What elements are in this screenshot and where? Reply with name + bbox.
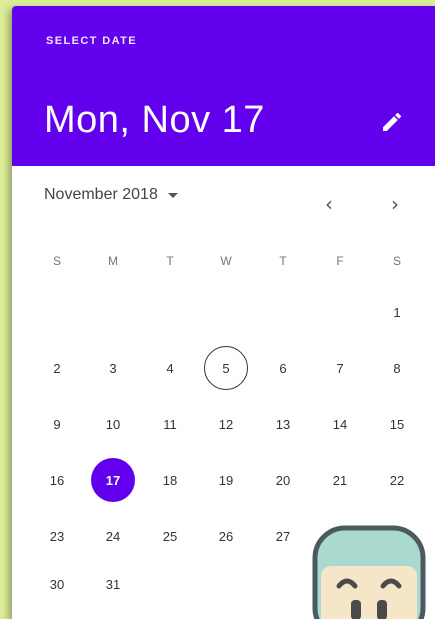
calendar-day[interactable]: 15 — [375, 402, 419, 446]
weekday-header: S M T W T F S — [12, 254, 435, 274]
calendar-day[interactable]: 16 — [35, 458, 79, 502]
weekday-label: M — [108, 254, 118, 268]
calendar-day[interactable]: 2 — [35, 346, 79, 390]
calendar-day-today[interactable]: 5 — [204, 346, 248, 390]
calendar-day[interactable]: 13 — [261, 402, 305, 446]
date-picker-dialog: SELECT DATE Mon, Nov 17 November 2018 ‹ … — [12, 6, 435, 619]
calendar-day[interactable]: 23 — [35, 514, 79, 558]
calendar-day[interactable]: 30 — [35, 562, 79, 606]
calendar-day[interactable]: 22 — [375, 458, 419, 502]
calendar-day[interactable]: 14 — [318, 402, 362, 446]
calendar-day[interactable]: 21 — [318, 458, 362, 502]
calendar-day-selected[interactable]: 17 — [91, 458, 135, 502]
calendar-day[interactable]: 9 — [35, 402, 79, 446]
pencil-icon — [383, 112, 402, 131]
calendar-day[interactable]: 24 — [91, 514, 135, 558]
edit-date-button[interactable] — [374, 104, 410, 140]
calendar-day[interactable]: 8 — [375, 346, 419, 390]
calendar-day[interactable]: 10 — [91, 402, 135, 446]
weekday-label: F — [336, 254, 344, 268]
date-picker-header: SELECT DATE Mon, Nov 17 — [12, 6, 435, 166]
weekday-label: T — [279, 254, 287, 268]
calendar-day[interactable]: 25 — [148, 514, 192, 558]
calendar-day[interactable]: 11 — [148, 402, 192, 446]
month-navigation: November 2018 ‹ › — [12, 166, 435, 230]
dialog-overline: SELECT DATE — [46, 35, 137, 47]
calendar-day[interactable]: 6 — [261, 346, 305, 390]
caret-down-icon — [167, 192, 178, 198]
next-month-button[interactable]: › — [381, 190, 409, 218]
weekday-label: S — [392, 254, 401, 268]
month-year-dropdown[interactable]: November 2018 — [44, 186, 178, 204]
calendar-day[interactable]: 18 — [148, 458, 192, 502]
calendar-day[interactable]: 20 — [261, 458, 305, 502]
weekday-label: T — [166, 254, 174, 268]
calendar-day[interactable]: 27 — [261, 514, 305, 558]
calendar-day[interactable]: 31 — [91, 562, 135, 606]
calendar-day[interactable]: 12 — [204, 402, 248, 446]
calendar-day[interactable]: 1 — [375, 290, 419, 334]
month-year-label: November 2018 — [44, 186, 158, 203]
mascot-character-icon — [312, 525, 426, 619]
weekday-label: W — [220, 254, 232, 268]
weekday-label: S — [52, 254, 61, 268]
calendar-day[interactable]: 7 — [318, 346, 362, 390]
calendar-day[interactable]: 26 — [204, 514, 248, 558]
previous-month-button[interactable]: ‹ — [315, 190, 343, 218]
selected-date-headline: Mon, Nov 17 — [44, 99, 265, 141]
calendar-day[interactable]: 19 — [204, 458, 248, 502]
calendar-day[interactable]: 3 — [91, 346, 135, 390]
calendar-day[interactable]: 4 — [148, 346, 192, 390]
